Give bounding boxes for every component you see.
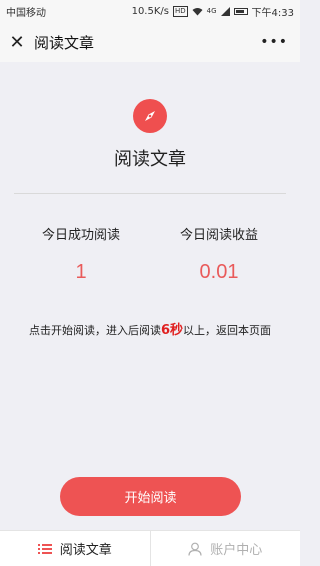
divider [14,193,286,194]
status-bar: 中国移动 10.5K/s HD 4G 下午4:33 [0,0,300,22]
tab-label: 阅读文章 [59,543,112,558]
stat-value: 0.01 [199,261,239,283]
stat-label: 今日成功阅读 [41,228,120,243]
tab-bar: 阅读文章 账户中心 [0,530,300,566]
start-reading-button[interactable]: 开始阅读 [60,477,241,516]
stat-value: 1 [75,261,87,283]
nav-title: 阅读文章 [34,33,95,52]
instruction-highlight: 6秒 [160,323,184,338]
battery-icon [233,7,248,15]
instruction-text: 点击开始阅读，进入后阅读6秒以上，返回本页面 [0,319,300,338]
close-icon[interactable]: ✕ [0,32,34,53]
network-type: 4G [206,7,217,15]
status-indicators: 10.5K/s HD 4G 下午4:33 [132,4,294,19]
user-icon [188,542,202,556]
signal-icon [220,6,230,16]
tab-label: 账户中心 [210,543,263,558]
tab-read-articles[interactable]: 阅读文章 [0,531,150,566]
nav-bar: ✕ 阅读文章 ••• [0,22,300,62]
network-speed: 10.5K/s [131,5,169,17]
carrier: 中国移动 [6,7,46,19]
tab-account-center[interactable]: 账户中心 [149,531,301,566]
compass-icon [133,99,167,133]
wifi-icon [192,7,203,15]
list-icon [37,543,52,554]
more-icon[interactable]: ••• [260,34,288,50]
page-heading: 阅读文章 [114,149,186,170]
clock: 下午4:33 [251,7,294,19]
stat-success-reads: 今日成功阅读 1 [6,224,156,284]
hd-badge: HD [172,5,188,17]
instruction-prefix: 点击开始阅读，进入后阅读 [28,324,161,337]
stat-label: 今日阅读收益 [179,228,258,243]
stat-earnings: 今日阅读收益 0.01 [144,224,294,284]
instruction-suffix: 以上，返回本页面 [183,324,272,337]
